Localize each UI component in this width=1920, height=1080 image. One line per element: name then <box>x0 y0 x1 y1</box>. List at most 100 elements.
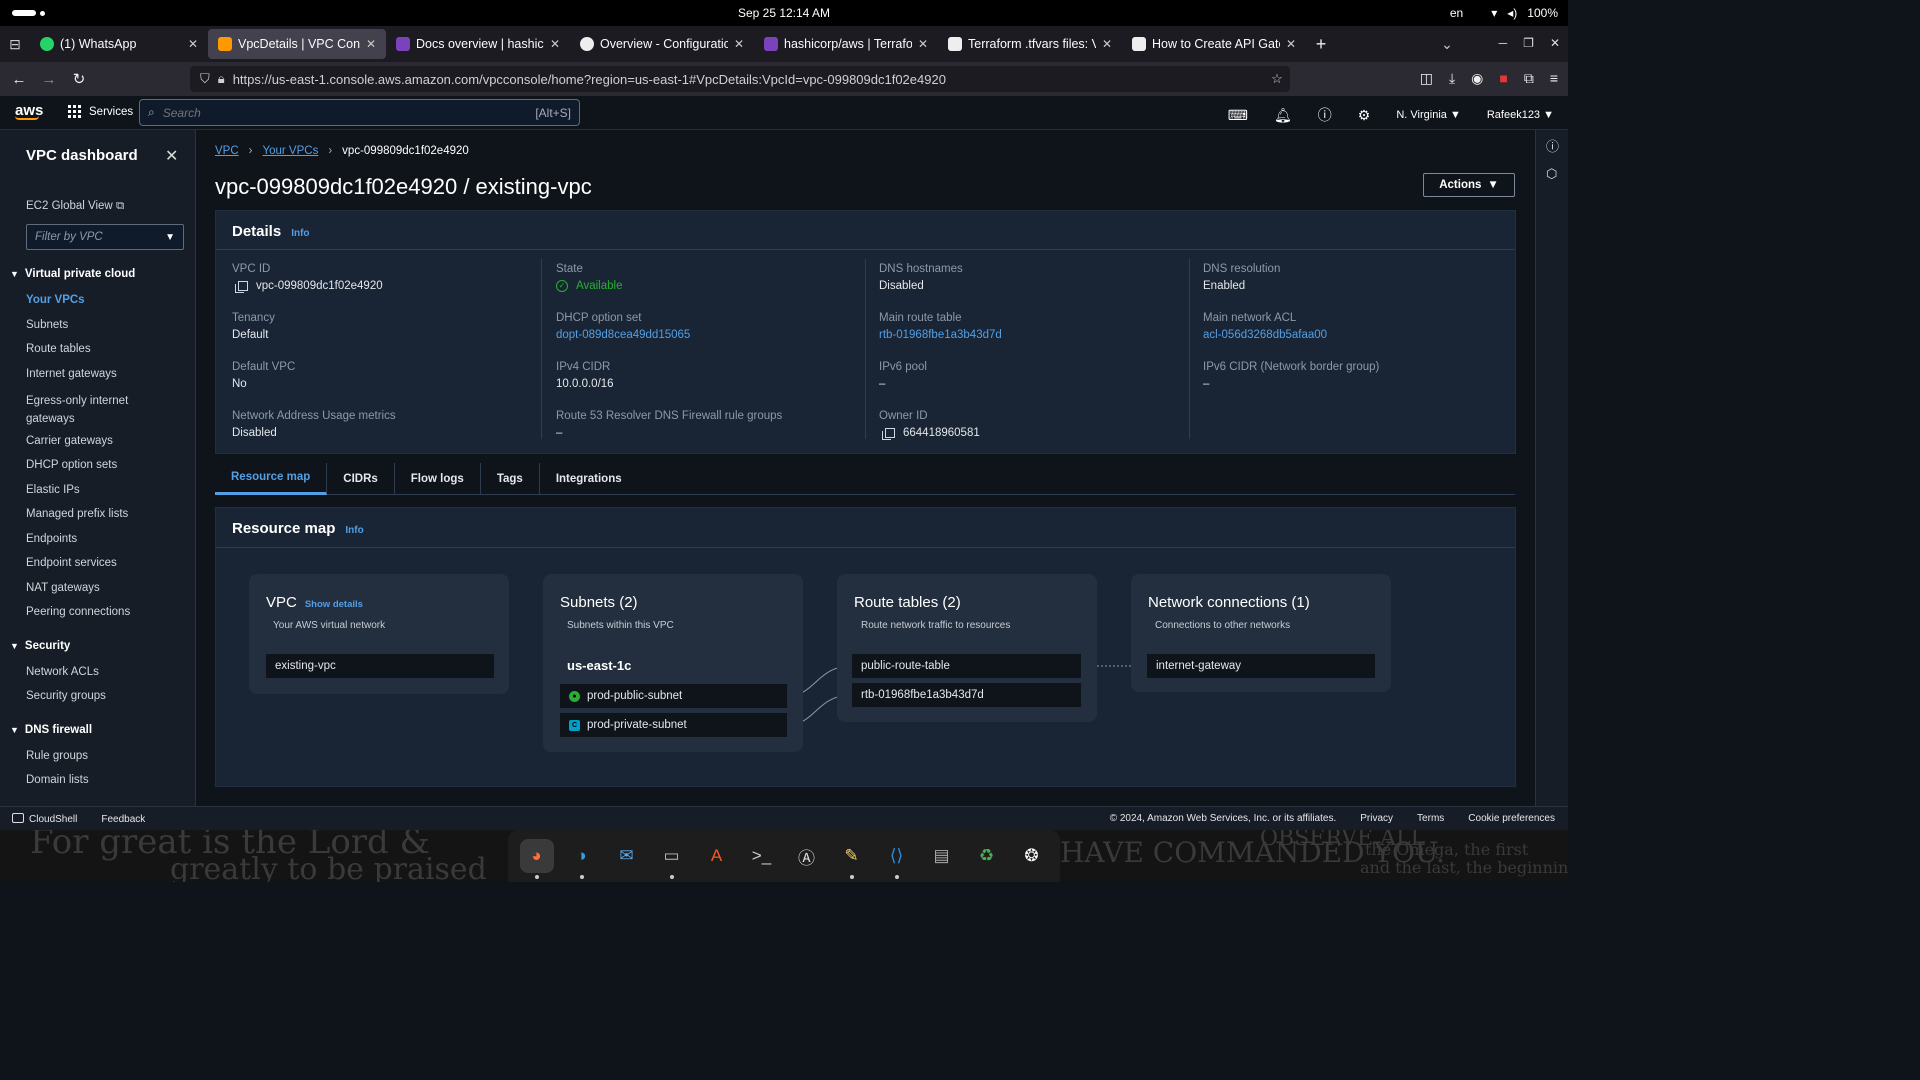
trash-icon[interactable]: ♻ <box>970 839 1004 873</box>
sidebar-item-endpoint-services[interactable]: Endpoint services <box>26 557 186 569</box>
internet-gateway-node[interactable]: internet-gateway <box>1147 654 1375 678</box>
aws-logo[interactable]: aws <box>15 102 43 120</box>
notifications-icon[interactable]: 🔔︎ <box>1274 107 1292 124</box>
close-tab-icon[interactable]: ✕ <box>366 37 376 51</box>
sidebar-item-carrier-gateways[interactable]: Carrier gateways <box>26 435 186 447</box>
feedback-link[interactable]: Feedback <box>101 814 145 825</box>
tab-hashicorp-aws[interactable]: hashicorp/aws | Terraform ✕ <box>754 29 938 59</box>
account-menu[interactable]: Rafeek123 ▼ <box>1487 109 1554 121</box>
language-indicator[interactable]: en <box>1450 6 1463 20</box>
sidebar-item-security-groups[interactable]: Security groups <box>26 690 186 702</box>
tab-docs-overview[interactable]: Docs overview | hashicorp ✕ <box>386 29 570 59</box>
settings-icon[interactable]: ❂ <box>1015 839 1049 873</box>
section-security[interactable]: ▼ Security <box>10 640 70 652</box>
sidebar-item-network-acls[interactable]: Network ACLs <box>26 666 186 678</box>
shield-icon[interactable]: ⛉ <box>200 71 210 87</box>
tab-tags[interactable]: Tags <box>481 462 540 495</box>
tab-resource-map[interactable]: Resource map <box>215 462 328 495</box>
subnet-node-private[interactable]: Cprod-private-subnet <box>560 713 787 737</box>
disk-icon[interactable]: ▤ <box>925 839 959 873</box>
cloudshell-link[interactable]: CloudShell <box>12 813 77 825</box>
sidebar-item-domain-lists[interactable]: Domain lists <box>26 774 186 786</box>
breadcrumb-vpc[interactable]: VPC <box>215 145 239 157</box>
extensions-icon[interactable]: ⧉ <box>1524 70 1534 87</box>
tab-integrations[interactable]: Integrations <box>540 463 638 495</box>
ec2-global-view-link[interactable]: EC2 Global View ⧉ <box>26 200 186 213</box>
sidebar-item-elastic-ips[interactable]: Elastic IPs <box>26 484 186 496</box>
url-text[interactable]: https://us-east-1.console.aws.amazon.com… <box>233 72 1256 87</box>
back-icon[interactable]: ← <box>4 71 34 88</box>
close-tab-icon[interactable]: ✕ <box>1286 37 1296 51</box>
os-clock[interactable]: Sep 25 12:14 AM <box>0 6 1568 20</box>
sidebar-item-peering-connections[interactable]: Peering connections <box>26 606 186 618</box>
actions-button[interactable]: Actions ▼ <box>1423 173 1515 197</box>
bookmark-star-icon[interactable]: ☆ <box>1264 71 1290 87</box>
subnet-node-public[interactable]: ● prod-public-subnet <box>560 684 787 708</box>
main-network-acl-link[interactable]: acl-056d3268db5afaa00 <box>1203 329 1327 341</box>
text-editor-icon[interactable]: ✎ <box>835 839 869 879</box>
close-tab-icon[interactable]: ✕ <box>1102 37 1112 51</box>
firefox-icon[interactable]: ◕ <box>519 839 554 879</box>
sidebar-item-endpoints[interactable]: Endpoints <box>26 533 186 545</box>
info-panel-icon[interactable]: ⓘ <box>1546 136 1559 155</box>
tab-flow-logs[interactable]: Flow logs <box>395 462 481 495</box>
tab-whatsapp[interactable]: (1) WhatsApp ✕ <box>30 29 208 59</box>
system-tray[interactable]: en ▾ ◂) 100% <box>1450 6 1558 20</box>
extension-badge-icon[interactable]: ■ <box>1499 70 1507 87</box>
privacy-link[interactable]: Privacy <box>1360 813 1393 824</box>
breadcrumb-your-vpcs[interactable]: Your VPCs <box>263 145 319 157</box>
filter-by-vpc-select[interactable]: Filter by VPC ▼ <box>26 224 184 250</box>
details-info-link[interactable]: Info <box>291 228 309 239</box>
thunderbird-icon[interactable]: ✉ <box>610 839 644 873</box>
tab-api-gateway[interactable]: How to Create API Gatew ✕ <box>1122 29 1306 59</box>
cloudshell-icon[interactable]: ⌨ <box>1228 107 1248 124</box>
tab-overview-icon[interactable]: ⊟ <box>0 36 30 53</box>
close-tab-icon[interactable]: ✕ <box>918 37 928 51</box>
account-icon[interactable]: ◉ <box>1471 70 1483 87</box>
region-selector[interactable]: N. Virginia ▼ <box>1396 109 1461 121</box>
edge-icon[interactable]: ◑ <box>565 839 599 879</box>
sidebar-item-managed-prefix-lists[interactable]: Managed prefix lists <box>26 508 186 520</box>
pocket-icon[interactable]: ◫ <box>1420 70 1433 87</box>
show-details-link[interactable]: Show details <box>305 599 363 610</box>
reload-icon[interactable]: ↻ <box>64 70 94 88</box>
copy-icon[interactable] <box>882 428 895 440</box>
main-route-table-link[interactable]: rtb-01968fbe1a3b43d7d <box>879 329 1002 341</box>
section-virtual-private-cloud[interactable]: ▼ Virtual private cloud <box>10 268 135 280</box>
close-tab-icon[interactable]: ✕ <box>734 37 744 51</box>
downloads-icon[interactable]: ⤓ <box>1449 70 1455 87</box>
sidebar-item-rule-groups[interactable]: Rule groups <box>26 750 186 762</box>
sidebar-item-egress-only-internet-gateways[interactable]: Egress-only internet gateways <box>26 392 156 428</box>
help-icon[interactable]: ⓘ <box>1318 105 1332 125</box>
dhcp-link[interactable]: dopt-089d8cea49dd15065 <box>556 329 690 341</box>
list-tabs-icon[interactable]: ⌄ <box>1432 36 1462 53</box>
sidebar-item-subnets[interactable]: Subnets <box>26 319 186 331</box>
minimize-icon[interactable]: ─ <box>1499 36 1508 50</box>
feedback-hexagon-icon[interactable]: ⬡ <box>1546 166 1557 182</box>
tab-vpc-console[interactable]: VpcDetails | VPC Console ✕ <box>208 29 386 59</box>
cookie-preferences-link[interactable]: Cookie preferences <box>1468 813 1555 824</box>
software-updater-icon[interactable]: Ⓐ <box>790 839 824 873</box>
route-table-node[interactable]: public-route-table <box>852 654 1081 678</box>
sidebar-item-your-vpcs[interactable]: Your VPCs <box>26 294 186 306</box>
sidebar-item-nat-gateways[interactable]: NAT gateways <box>26 582 186 594</box>
services-menu[interactable]: Services <box>68 105 133 118</box>
settings-icon[interactable]: ⚙ <box>1358 107 1371 124</box>
terminal-icon[interactable]: >_ <box>745 839 779 873</box>
tab-cidrs[interactable]: CIDRs <box>327 462 395 495</box>
app-center-icon[interactable]: A <box>700 839 734 873</box>
close-window-icon[interactable]: ✕ <box>1550 36 1560 50</box>
tab-terraform-tfvars[interactable]: Terraform .tfvars files: Va ✕ <box>938 29 1122 59</box>
forward-icon[interactable]: → <box>34 71 64 88</box>
vpc-node[interactable]: existing-vpc <box>266 654 494 678</box>
copy-icon[interactable] <box>235 281 248 293</box>
menu-icon[interactable]: ≡ <box>1550 70 1558 87</box>
close-tab-icon[interactable]: ✕ <box>188 37 198 51</box>
terms-link[interactable]: Terms <box>1417 813 1444 824</box>
files-icon[interactable]: ▭ <box>655 839 689 879</box>
new-tab-button[interactable]: + <box>1306 34 1336 55</box>
sidebar-item-dhcp-option-sets[interactable]: DHCP option sets <box>26 459 186 471</box>
close-icon[interactable]: ✕ <box>165 146 178 166</box>
section-dns-firewall[interactable]: ▼ DNS firewall <box>10 724 92 736</box>
search-input[interactable] <box>162 105 528 120</box>
